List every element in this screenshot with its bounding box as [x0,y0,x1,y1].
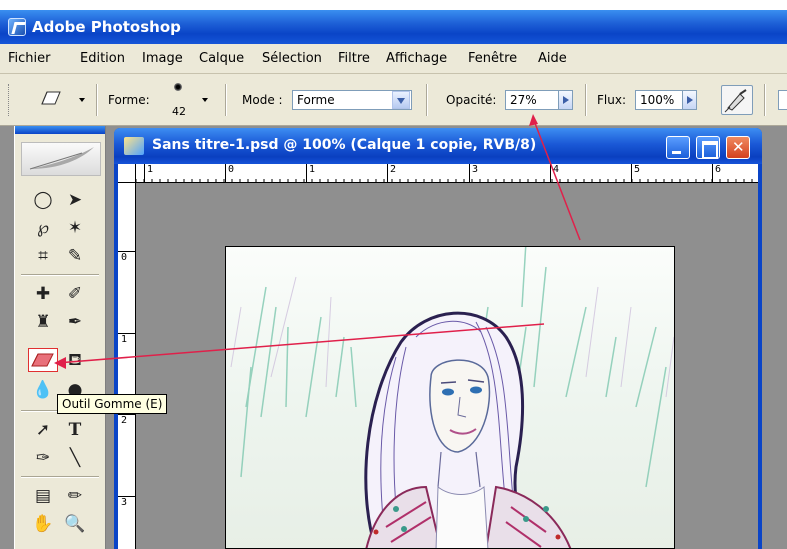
mode-label: Mode : [242,93,283,107]
tool-preset-eraser-icon[interactable] [40,90,62,106]
toolbox: ◯ ➤ ℘ ✶ ⌗ ✎ ✚ ✐ ♜ ✒ ⛾ 💧 ● ➚ T ✑ ╲ ▤ ✏ ✋ … [14,126,106,549]
history-brush-icon[interactable]: ✒ [61,310,89,334]
eyedropper-icon[interactable]: ✏ [61,484,89,508]
tooltip: Outil Gomme (E) [57,394,168,414]
vruler-label: 0 [118,251,136,263]
hruler-label: 2 [387,164,396,183]
brush-icon[interactable]: ✐ [61,282,89,306]
menu-filtre[interactable]: Filtre [338,51,370,66]
minimize-button[interactable] [666,136,690,159]
brush-preview-icon[interactable] [174,83,182,91]
vertical-ruler[interactable]: 0 1 2 3 [118,183,136,549]
opacite-label: Opacité: [446,93,497,107]
menu-image[interactable]: Image [142,51,183,66]
hruler-label: 6 [712,164,721,183]
vruler-label: 1 [118,333,136,345]
mode-value: Forme [297,93,335,107]
type-icon[interactable]: T [61,418,89,442]
maximize-button[interactable] [696,136,720,159]
forme-label: Forme: [108,93,150,107]
feather-logo-icon [21,142,101,176]
path-select-icon[interactable]: ➚ [29,418,57,442]
document-window: Sans titre-1.psd @ 100% (Calque 1 copie,… [114,128,762,549]
airbrush-icon [724,89,747,113]
hand-icon[interactable]: ✋ [29,512,57,536]
mode-dropdown-icon[interactable] [392,91,410,109]
pen-icon[interactable]: ✑ [29,446,57,470]
airbrush-button[interactable] [721,85,753,115]
vruler-label: 3 [118,496,136,508]
hruler-label: 4 [550,164,559,183]
app-title: Adobe Photoshop [32,18,181,36]
notes-icon[interactable]: ▤ [29,484,57,508]
stamp-icon[interactable]: ♜ [29,310,57,334]
zoom-icon[interactable]: 🔍 [61,512,89,536]
slice-icon[interactable]: ✎ [61,244,89,268]
lasso-icon[interactable]: ◯ [29,188,57,212]
hruler-label: 3 [469,164,478,183]
line-icon[interactable]: ╲ [61,446,89,470]
opacite-slider-arrow-icon[interactable] [558,91,572,109]
close-button[interactable] [726,136,750,159]
menu-fenetre[interactable]: Fenêtre [468,51,517,66]
hruler-label: 5 [631,164,640,183]
menu-edition[interactable]: Edition [80,51,125,66]
flux-value: 100% [640,93,675,107]
healing-icon[interactable]: ✚ [29,282,57,306]
document-body: 1 0 1 2 3 4 5 6 0 1 2 3 [118,164,758,549]
blur-icon[interactable]: 💧 [29,378,57,402]
ruler-corner[interactable] [118,164,136,183]
options-bar: Forme: 42 Mode : Forme Opacité: 27% Flux… [0,74,787,126]
move-icon[interactable]: ➤ [61,188,89,212]
bucket-icon[interactable]: ⛾ [61,348,89,372]
magic-wand-icon[interactable]: ✶ [61,216,89,240]
menu-affichage[interactable]: Affichage [386,51,447,66]
hruler-label: 0 [225,164,234,183]
horizontal-ruler[interactable]: 1 0 1 2 3 4 5 6 [136,164,758,183]
menu-aide[interactable]: Aide [538,51,567,66]
menu-selection[interactable]: Sélection [262,51,322,66]
brush-dropdown-caret-icon[interactable] [202,98,208,102]
crop-icon[interactable]: ⌗ [29,244,57,268]
menu-calque[interactable]: Calque [199,51,244,66]
menu-fichier[interactable]: Fichier [8,51,51,66]
brush-size: 42 [172,105,186,118]
hruler-label: 1 [306,164,315,183]
document-title: Sans titre-1.psd @ 100% (Calque 1 copie,… [152,137,537,153]
document-titlebar[interactable]: Sans titre-1.psd @ 100% (Calque 1 copie,… [114,128,762,164]
hruler-label: 1 [144,164,153,183]
vruler-label: 2 [118,414,136,426]
menu-bar: Fichier Edition Image Calque Sélection F… [0,44,787,74]
document-icon [124,137,144,155]
preset-dropdown-caret-icon[interactable] [79,98,85,102]
eraser-icon[interactable] [28,348,58,372]
image-canvas[interactable] [225,246,675,549]
flux-label: Flux: [597,93,626,107]
photoshop-app-icon [8,18,26,36]
poly-lasso-icon[interactable]: ℘ [29,216,57,240]
flux-slider-arrow-icon[interactable] [682,91,696,109]
opacite-value: 27% [510,93,537,107]
